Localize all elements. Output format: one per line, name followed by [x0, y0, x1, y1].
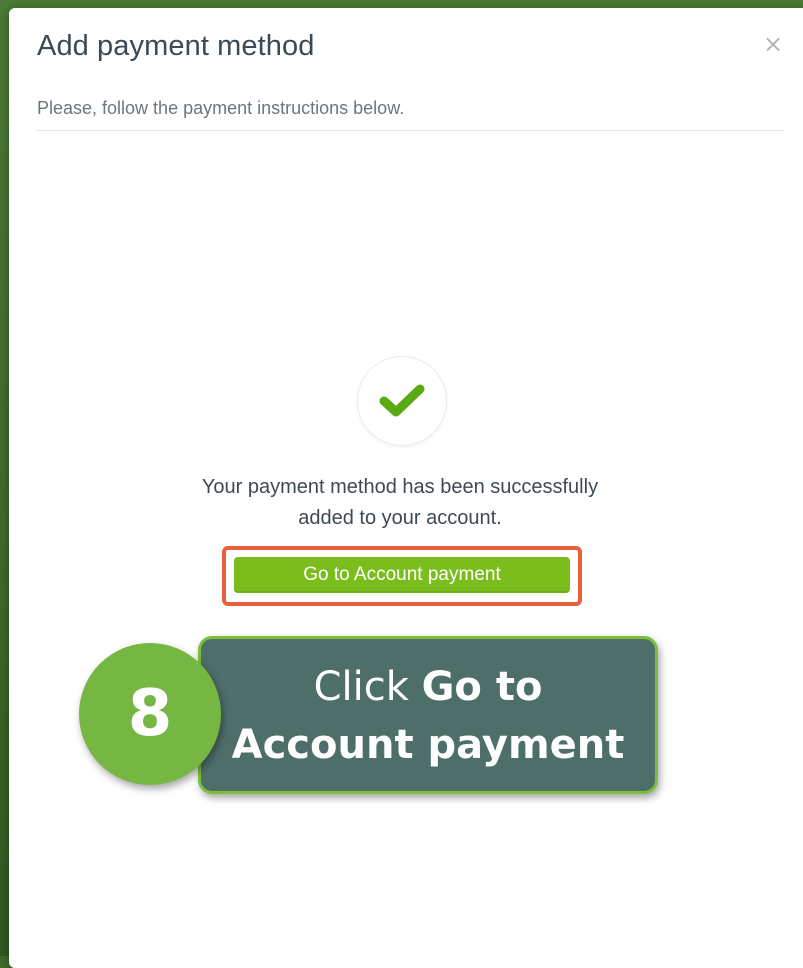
step-number-badge: 8 [79, 643, 221, 785]
header-divider [36, 130, 784, 131]
success-message: Your payment method has been successfull… [140, 472, 660, 534]
go-to-account-payment-button[interactable]: Go to Account payment [234, 557, 570, 593]
modal-title: Add payment method [37, 30, 315, 62]
callout-bold-part1: Go to [421, 664, 543, 710]
instruction-callout: Click Go to Account payment [198, 636, 658, 794]
callout-line1: Click Go to [201, 663, 655, 711]
success-message-line1: Your payment method has been successfull… [201, 476, 599, 498]
callout-bold-part2: Account payment [231, 722, 625, 768]
button-highlight: Go to Account payment [222, 546, 582, 606]
success-message-line2: added to your account. [298, 507, 502, 529]
close-icon[interactable]: × [761, 30, 785, 58]
checkmark-icon [379, 384, 425, 417]
modal-subtitle: Please, follow the payment instructions … [37, 98, 405, 118]
success-badge [357, 356, 447, 446]
callout-prefix: Click [313, 664, 422, 710]
